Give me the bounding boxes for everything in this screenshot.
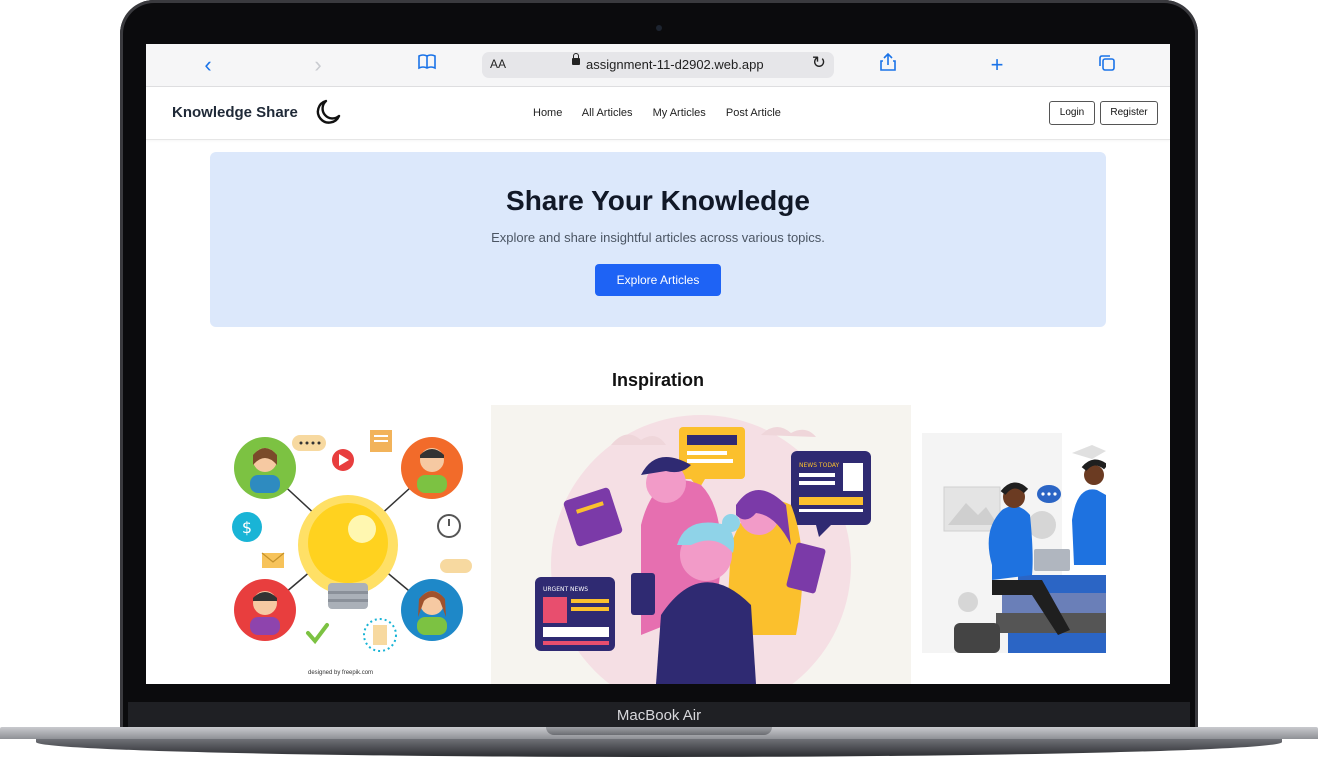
inspiration-image-news-readers[interactable]: NEWS TODAY URGENT NEWS	[491, 405, 911, 684]
bookmarks-icon[interactable]	[414, 52, 440, 78]
svg-text:$: $	[242, 518, 252, 537]
lock-icon	[572, 53, 580, 65]
browser-toolbar: ‹ › AA assignment-11-d2902.web.app ↻ +	[146, 44, 1170, 87]
image-credit: designed by freepik.com	[308, 670, 374, 676]
explore-articles-button[interactable]: Explore Articles	[595, 264, 721, 296]
url-text: assignment-11-d2902.web.app	[586, 57, 764, 72]
address-bar[interactable]: AA assignment-11-d2902.web.app ↻	[482, 52, 834, 78]
moon-icon[interactable]	[312, 97, 342, 127]
camera-icon	[656, 25, 662, 31]
register-button[interactable]: Register	[1100, 101, 1158, 125]
back-icon[interactable]: ‹	[195, 52, 221, 78]
text-size-button[interactable]: AA	[490, 57, 506, 71]
screen: ‹ › AA assignment-11-d2902.web.app ↻ + K…	[146, 44, 1170, 684]
nav-home[interactable]: Home	[533, 107, 562, 119]
site-logo[interactable]: Knowledge Share	[172, 104, 298, 121]
reload-icon[interactable]: ↻	[812, 53, 826, 73]
device-label: MacBook Air	[616, 707, 702, 724]
nav-my-articles[interactable]: My Articles	[653, 107, 706, 119]
inspiration-title: Inspiration	[611, 370, 704, 390]
svg-text:URGENT NEWS: URGENT NEWS	[543, 586, 588, 593]
laptop-base	[0, 727, 1318, 757]
hero-subtitle: Explore and share insightful articles ac…	[491, 230, 825, 245]
svg-text:NEWS TODAY: NEWS TODAY	[799, 462, 839, 469]
login-button[interactable]: Login	[1049, 101, 1095, 125]
share-icon[interactable]	[875, 52, 901, 78]
inspiration-image-lightbulb[interactable]: $ designed by freepik.com	[210, 405, 480, 684]
hero-banner: Share Your Knowledge Explore and share i…	[210, 152, 1106, 327]
nav-links: Home All Articles My Articles Post Artic…	[533, 107, 798, 119]
nav-all-articles[interactable]: All Articles	[582, 107, 633, 119]
hero-title: Share Your Knowledge	[506, 185, 810, 216]
nav-post-article[interactable]: Post Article	[726, 107, 781, 119]
tabs-icon[interactable]	[1094, 52, 1120, 78]
site-navbar: Knowledge Share Home All Articles My Art…	[146, 87, 1170, 140]
new-tab-icon[interactable]: +	[984, 52, 1010, 78]
inspiration-image-study[interactable]	[922, 405, 1106, 684]
forward-icon[interactable]: ›	[305, 52, 331, 78]
